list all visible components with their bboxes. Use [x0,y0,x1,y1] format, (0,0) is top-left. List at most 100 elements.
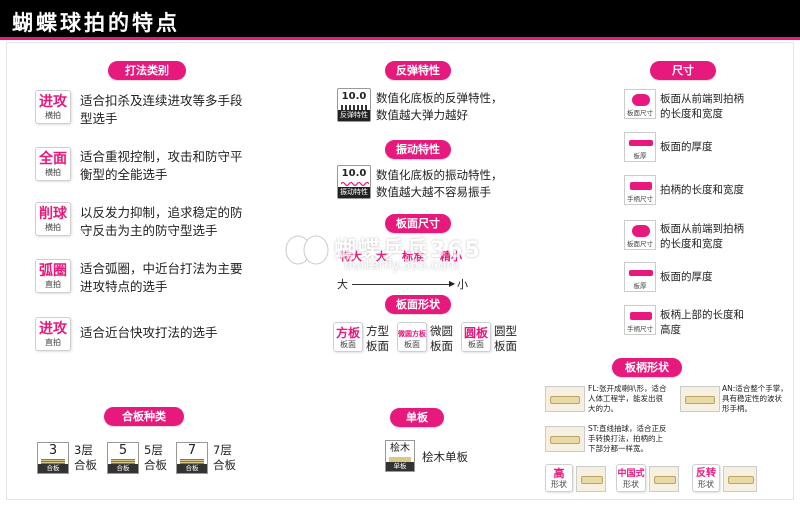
badge-sub: 直拍 [45,280,61,289]
blade-shape-desc: 圆型 板面 [494,324,517,354]
vibration-meter: 10.0 振动特性 [337,165,371,199]
desc-line: 方型 [366,324,389,338]
dim-desc: 拍柄的长度和宽度 [660,183,744,197]
rebound-desc: 数值化底板的反弹特性， 数值越大弹力越好 [376,90,503,124]
desc-line: 板面的厚度 [660,141,713,153]
desc-line: 拍柄的长度和宽度 [660,184,744,196]
vibration-heading: 振动特性 [385,140,451,159]
dim-icon: 板面尺寸 [624,89,656,119]
meter-label: 反弹特性 [338,110,370,121]
play-style-badge: 进攻 横拍 [35,90,71,124]
desc-line: 合板 [74,458,97,472]
desc-line: 的长度和宽度 [660,108,723,120]
badge-main: 反转 [696,468,716,479]
blade-shape-heading: 板面形状 [385,295,451,314]
grip-tag: 高 形状 [545,464,573,492]
desc-line: 板面从前端到拍柄 [660,93,744,105]
badge-sub: 形状 [698,480,714,489]
blade-shape-desc: 方型 板面 [366,324,389,354]
badge-sub: 形状 [551,480,567,489]
meter-label: 振动特性 [338,187,370,198]
desc-line: 适合重视控制，攻击和防守平 [80,149,243,164]
badge-sub: 板面 [404,340,420,349]
blade-shape-desc: 微圆 板面 [430,324,453,354]
desc-line: 具有稳定性的波状 [722,394,782,403]
desc-line: 微圆 [430,324,453,338]
dim-icon-label: 手柄尺寸 [627,195,653,203]
ply-count: 3 [48,443,58,458]
grip-shape [550,396,580,404]
grip-shape [685,396,715,404]
desc-line: 高度 [660,324,681,336]
ply-badge: 5 合板 [107,442,139,474]
ply-count: 7 [187,443,197,458]
arrow-line [352,284,452,285]
desc-line: 适合扣杀及连续进攻等多手段 [80,93,243,108]
badge-sub: 横拍 [45,168,61,177]
play-style-badge: 进攻 直拍 [35,317,71,351]
ply-label: 单板 [386,462,414,471]
handle-shape-heading: 板柄形状 [612,358,682,377]
badge-main: 削球 [39,206,67,222]
ply-desc: 3层 合板 [74,443,97,473]
ply-badge: 7 合板 [176,442,208,474]
play-style-desc: 适合近台快攻打法的选手 [80,324,218,342]
desc-line: 守反击为主的防守型选手 [80,223,218,238]
badge-main: 高 [553,467,565,480]
desc-line: 人体工程学，能发出很 [588,394,663,403]
desc-line: 型选手 [80,111,118,126]
blade-size-heading: 板面尺寸 [385,214,451,233]
desc-line: 数值化底板的反弹特性， [376,91,503,105]
desc-line: 圆型 [494,324,517,338]
meter-value: 10.0 [341,91,367,102]
page-title: 蝴蝶球拍的特点 [12,11,180,35]
play-style-badge: 全面 横拍 [35,147,71,181]
badge-main: 圆板 [463,326,488,340]
grip-penhold-image [649,466,679,492]
desc-line: 适合弧圈，中近台打法为主要 [80,261,243,276]
blade-shape-badge: 圆板 板面 [461,322,491,352]
play-style-heading: 打法类别 [108,61,186,80]
badge-main: 弧圈 [39,263,67,279]
badge-sub: 横拍 [45,223,61,232]
ply-desc: 7层 合板 [213,443,236,473]
desc-line: 手转换打法，拍柄的上 [588,434,663,443]
desc-line: AN:适合整个手掌， [722,384,788,393]
badge-main: 进攻 [39,94,67,110]
dim-desc: 板柄上部的长度和 高度 [660,308,744,338]
desc-line: 5层 [144,443,163,457]
plies-heading: 合板种类 [104,407,184,426]
blade-shape [630,312,652,320]
desc-line: 形手柄。 [722,404,752,413]
blade-shape [629,140,653,146]
blade-shape [629,270,653,276]
grip-fl-desc: FL:张开成喇叭形，适合 人体工程学，能发出很 大的力。 [588,384,667,414]
dim-desc: 板面从前端到拍柄 的长度和宽度 [660,222,744,252]
dim-icon: 手柄尺寸 [624,175,656,205]
desc-line: 板面 [430,339,453,353]
dimensions-heading: 尺寸 [650,61,716,80]
badge-sub: 横拍 [45,111,61,120]
dim-icon-label: 板厚 [633,152,647,160]
badge-main: 微圆方板 [398,330,426,338]
grip-reverse-image [723,466,757,492]
desc-line: FL:张开成喇叭形，适合 [588,384,667,393]
badge-main: 全面 [39,151,67,167]
play-style-desc: 适合弧圈，中近台打法为主要 进攻特点的选手 [80,260,243,296]
ply-label: 合板 [38,464,68,473]
grip-tag: 反转 形状 [692,464,720,492]
desc-line: 进攻特点的选手 [80,279,168,294]
blade-shape [632,225,650,237]
dim-icon-label: 板面尺寸 [627,240,653,248]
desc-line: 板面 [366,339,389,353]
badge-sub: 直拍 [45,338,61,347]
blade-shape [632,94,650,106]
header-bar: 蝴蝶球拍的特点 [0,0,800,40]
play-style-badge: 弧圈 直拍 [35,259,71,293]
desc-line: 适合近台快攻打法的选手 [80,325,218,340]
dim-desc: 板面的厚度 [660,270,713,284]
play-style-badge: 削球 横拍 [35,202,71,236]
blade-shape-badge: 微圆方板 板面 [397,322,427,352]
play-style-desc: 适合扣杀及连续进攻等多手段 型选手 [80,92,243,128]
desc-line: 以反发力抑制，追求稳定的防 [80,205,243,220]
